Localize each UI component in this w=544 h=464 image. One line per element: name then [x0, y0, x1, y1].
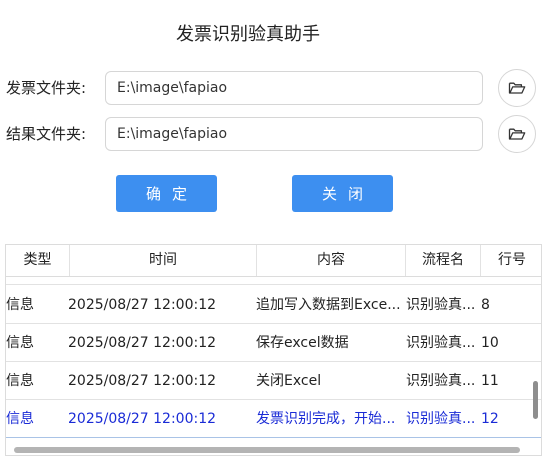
horizontal-scrollbar[interactable]: [14, 447, 520, 453]
cell-type: 信息: [6, 297, 34, 313]
cell-type: 信息: [6, 335, 34, 351]
invoice-folder-label: 发票文件夹:: [6, 79, 87, 97]
table-row[interactable]: 信息 2025/08/27 12:00:12 追加写入数据到Exce... 识别…: [6, 286, 541, 324]
column-header-line[interactable]: 行号: [481, 245, 541, 276]
column-header-time[interactable]: 时间: [70, 245, 257, 276]
table-row[interactable]: 信息 2025/08/27 12:00:12 关闭Excel 识别验真... 1…: [6, 362, 541, 400]
cell-content: 保存excel数据: [256, 335, 349, 351]
confirm-button[interactable]: 确定: [116, 175, 217, 212]
window-title: 发票识别验真助手: [176, 24, 320, 45]
cell-flow: 识别验真...: [406, 411, 476, 427]
cell-flow: 识别验真...: [406, 297, 476, 313]
cell-time: 2025/08/27 12:00:12: [68, 297, 217, 313]
folder-open-icon: [508, 128, 526, 140]
close-button[interactable]: 关闭: [292, 175, 393, 212]
cell-time: 2025/08/27 12:00:12: [68, 373, 217, 389]
cell-time: 2025/08/27 12:00:12: [68, 411, 217, 427]
cell-flow: 识别验真...: [406, 335, 476, 351]
log-grid[interactable]: 类型 时间 内容 流程名 行号 信息 2025/08/27 12:00:12 追…: [5, 244, 542, 456]
column-header-flow[interactable]: 流程名: [406, 245, 481, 276]
invoice-folder-browse-button[interactable]: [498, 69, 536, 107]
cell-flow: 识别验真...: [406, 373, 476, 389]
cell-line: 8: [481, 297, 490, 313]
cell-type: 信息: [6, 373, 34, 389]
table-row-partial: [6, 277, 541, 285]
app-window: 发票识别验真助手 发票文件夹: 结果文件夹: 确定 关闭 类型 时间 内容 流程…: [0, 0, 544, 464]
cell-content: 关闭Excel: [256, 373, 322, 389]
result-folder-browse-button[interactable]: [498, 115, 536, 153]
cell-time: 2025/08/27 12:00:12: [68, 335, 217, 351]
cell-line: 10: [481, 335, 499, 351]
grid-header: 类型 时间 内容 流程名 行号: [6, 245, 541, 277]
cell-content: 追加写入数据到Exce...: [256, 297, 401, 313]
cell-type: 信息: [6, 411, 34, 427]
column-header-content[interactable]: 内容: [257, 245, 406, 276]
table-row-selected[interactable]: 信息 2025/08/27 12:00:12 发票识别完成，开始... 识别验真…: [6, 400, 541, 438]
cell-line: 11: [481, 373, 499, 389]
cell-line: 12: [481, 411, 499, 427]
result-folder-input[interactable]: [105, 117, 483, 151]
table-row[interactable]: 信息 2025/08/27 12:00:12 保存excel数据 识别验真...…: [6, 324, 541, 362]
vertical-scrollbar[interactable]: [533, 381, 538, 419]
result-folder-label: 结果文件夹:: [6, 125, 87, 143]
column-header-type[interactable]: 类型: [6, 245, 70, 276]
cell-content: 发票识别完成，开始...: [256, 411, 396, 427]
folder-open-icon: [508, 82, 526, 94]
invoice-folder-input[interactable]: [105, 71, 483, 105]
